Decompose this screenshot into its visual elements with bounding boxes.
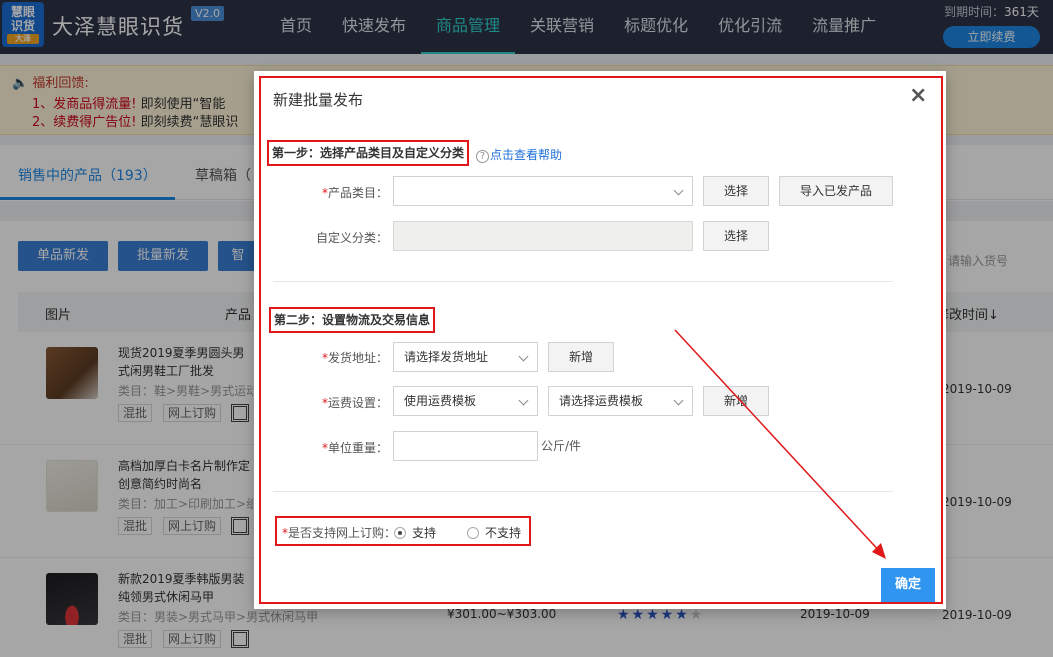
ship-address-label: *发货地址： [278, 349, 388, 366]
freight-label: *运费设置： [278, 394, 388, 411]
online-order-yes-radio[interactable]: 支持 [394, 524, 436, 541]
import-published-button[interactable]: 导入已发产品 [779, 176, 893, 206]
custom-category-label: 自定义分类： [315, 231, 388, 245]
freight-mode-value: 使用运费模板 [404, 394, 477, 408]
freight-template-select[interactable]: 请选择运费模板 [548, 386, 693, 416]
step1-heading: 第一步：选择产品类目及自定义分类 [267, 140, 470, 166]
category-select[interactable] [393, 176, 693, 206]
online-order-no-label: 不支持 [485, 526, 522, 540]
help-link[interactable]: ? 点击查看帮助 [476, 146, 562, 163]
radio-unchecked-icon [467, 527, 479, 539]
online-order-no-radio[interactable]: 不支持 [467, 524, 521, 541]
add-address-button[interactable]: 新增 [548, 342, 614, 372]
section-divider [273, 281, 893, 282]
ship-address-label-text: 发货地址： [327, 351, 388, 365]
weight-unit: 公斤/件 [541, 439, 582, 453]
help-link-label: 点击查看帮助 [490, 148, 563, 162]
online-order-label: *是否支持网上订购： [282, 524, 396, 541]
custom-category-input [393, 221, 693, 251]
unit-weight-label: *单位重量： [278, 439, 388, 456]
ship-address-select[interactable]: 请选择发货地址 [393, 342, 538, 372]
unit-weight-label-text: 单位重量： [327, 441, 388, 455]
close-icon[interactable]: × [909, 83, 927, 108]
online-order-yes-label: 支持 [412, 526, 437, 540]
category-label: *产品类目： [278, 184, 388, 201]
step2-heading: 第二步：设置物流及交易信息 [269, 307, 436, 333]
question-icon: ? [476, 150, 489, 163]
online-order-option: *是否支持网上订购： 支持 不支持 [275, 516, 531, 546]
chevron-down-icon [673, 185, 684, 196]
ship-address-value: 请选择发货地址 [404, 350, 489, 364]
freight-mode-select[interactable]: 使用运费模板 [393, 386, 538, 416]
radio-checked-icon [394, 527, 406, 539]
custom-category-select-button[interactable]: 选择 [703, 221, 769, 251]
chevron-down-icon [673, 395, 684, 406]
freight-label-text: 运费设置： [327, 396, 388, 410]
confirm-button[interactable]: 确定 [881, 568, 935, 602]
category-label-text: 产品类目： [327, 186, 388, 200]
freight-template-value: 请选择运费模板 [559, 394, 644, 408]
dialog-title: 新建批量发布 [273, 91, 364, 109]
category-select-button[interactable]: 选择 [703, 176, 769, 206]
unit-weight-input[interactable] [393, 431, 538, 461]
chevron-down-icon [518, 395, 529, 406]
online-order-label-text: 是否支持网上订购： [288, 526, 397, 540]
chevron-down-icon [518, 351, 529, 362]
add-freight-template-button[interactable]: 新增 [703, 386, 769, 416]
section-divider [273, 491, 893, 492]
